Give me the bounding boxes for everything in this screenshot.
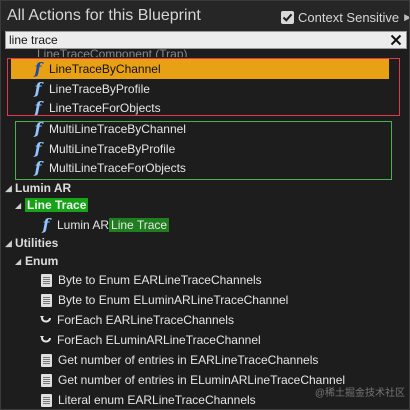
list-item-multi-line-trace-for-objects[interactable]: f MultiLineTraceForObjects xyxy=(11,158,389,178)
collapse-arrow-icon[interactable]: ◢ xyxy=(5,238,15,249)
list-item-label: Get number of entries in EARLineTraceCha… xyxy=(58,353,319,367)
list-item-lumin-ar-line-trace[interactable]: f Lumin AR Line Trace xyxy=(39,215,170,235)
watermark: @稀土掘金技术社区 xyxy=(314,388,405,399)
list-item-byte-to-enum-ear[interactable]: Byte to Enum EARLineTraceChannels xyxy=(41,270,262,290)
list-item-label: ForEach EARLineTraceChannels xyxy=(57,313,234,327)
loop-icon xyxy=(40,315,51,322)
category-label: Line Trace xyxy=(25,198,89,212)
list-item-line-trace-by-channel[interactable]: f LineTraceByChannel xyxy=(11,59,389,79)
menu-title: All Actions for this Blueprint xyxy=(7,7,201,24)
document-icon xyxy=(41,373,52,387)
list-item-label: Literal enum EARLineTraceChannels xyxy=(58,393,256,407)
partial-list-item: LineTraceComponent (Trap) xyxy=(37,49,188,57)
document-icon xyxy=(41,393,52,407)
function-icon: f xyxy=(42,215,50,234)
list-item-label-match: Line Trace xyxy=(109,218,170,232)
list-item-label: MultiLineTraceByProfile xyxy=(49,142,176,156)
function-icon: f xyxy=(34,119,42,138)
list-item-num-entries-ear[interactable]: Get number of entries in EARLineTraceCha… xyxy=(41,350,318,370)
document-icon xyxy=(41,293,52,307)
category-label: Utilities xyxy=(15,236,59,250)
checkmark-icon xyxy=(282,13,293,22)
list-item-label: Byte to Enum EARLineTraceChannels xyxy=(58,273,262,287)
category-label: Enum xyxy=(25,254,59,268)
collapse-arrow-icon[interactable]: ◢ xyxy=(15,201,25,210)
category-label: Lumin AR xyxy=(15,181,72,195)
list-item-foreach-ear[interactable]: ForEach EARLineTraceChannels xyxy=(39,310,234,330)
list-item-multi-line-trace-by-profile[interactable]: f MultiLineTraceByProfile xyxy=(11,139,389,159)
search-input[interactable] xyxy=(9,32,379,48)
collapse-arrow-icon[interactable]: ◢ xyxy=(5,183,15,194)
close-icon[interactable] xyxy=(390,33,402,47)
list-item-label: Byte to Enum ELuminARLineTraceChannel xyxy=(58,293,289,307)
collapse-arrow-icon[interactable]: ◢ xyxy=(15,257,25,266)
context-sensitive-label: Context Sensitive xyxy=(298,9,400,25)
search-box xyxy=(5,31,407,49)
list-item-label: LineTraceByProfile xyxy=(49,82,150,96)
function-icon: f xyxy=(34,79,42,98)
list-item-line-trace-by-profile[interactable]: f LineTraceByProfile xyxy=(11,79,389,99)
menu-header: All Actions for this Blueprint Context S… xyxy=(1,1,409,31)
function-icon: f xyxy=(34,139,42,158)
category-enum[interactable]: ◢ Enum xyxy=(15,251,58,271)
list-item-num-entries-lumin[interactable]: Get number of entries in ELuminARLineTra… xyxy=(41,370,345,390)
list-item-label: ForEach ELuminARLineTraceChannel xyxy=(57,333,261,347)
document-icon xyxy=(41,273,52,287)
category-utilities[interactable]: ◢ Utilities xyxy=(5,233,58,253)
list-item-label: MultiLineTraceForObjects xyxy=(49,161,186,175)
context-sensitive-toggle[interactable]: Context Sensitive ▶ xyxy=(281,9,409,25)
list-item-byte-to-enum-lumin[interactable]: Byte to Enum ELuminARLineTraceChannel xyxy=(41,290,288,310)
list-item-label: Get number of entries in ELuminARLineTra… xyxy=(58,373,346,387)
function-icon: f xyxy=(34,59,42,78)
document-icon xyxy=(41,353,52,367)
list-item-label-prefix: Lumin AR xyxy=(57,218,110,232)
list-item-label: MultiLineTraceByChannel xyxy=(49,122,186,136)
blueprint-action-menu: All Actions for this Blueprint Context S… xyxy=(0,0,410,410)
context-sensitive-checkbox[interactable] xyxy=(281,10,294,24)
loop-icon xyxy=(40,335,51,342)
function-icon: f xyxy=(34,98,42,117)
list-item-label: LineTraceForObjects xyxy=(49,101,161,115)
category-line-trace[interactable]: ◢ Line Trace xyxy=(15,195,89,215)
list-item-multi-line-trace-by-channel[interactable]: f MultiLineTraceByChannel xyxy=(11,119,389,139)
list-item-line-trace-for-objects[interactable]: f LineTraceForObjects xyxy=(11,98,389,118)
list-item-literal-enum-ear[interactable]: Literal enum EARLineTraceChannels xyxy=(41,390,256,409)
action-list: LineTraceComponent (Trap) f LineTraceByC… xyxy=(1,49,409,409)
context-menu-arrow-icon[interactable]: ▶ xyxy=(404,12,409,23)
function-icon: f xyxy=(34,158,42,177)
list-item-label: LineTraceByChannel xyxy=(49,62,161,76)
list-item-foreach-lumin[interactable]: ForEach ELuminARLineTraceChannel xyxy=(39,330,261,350)
